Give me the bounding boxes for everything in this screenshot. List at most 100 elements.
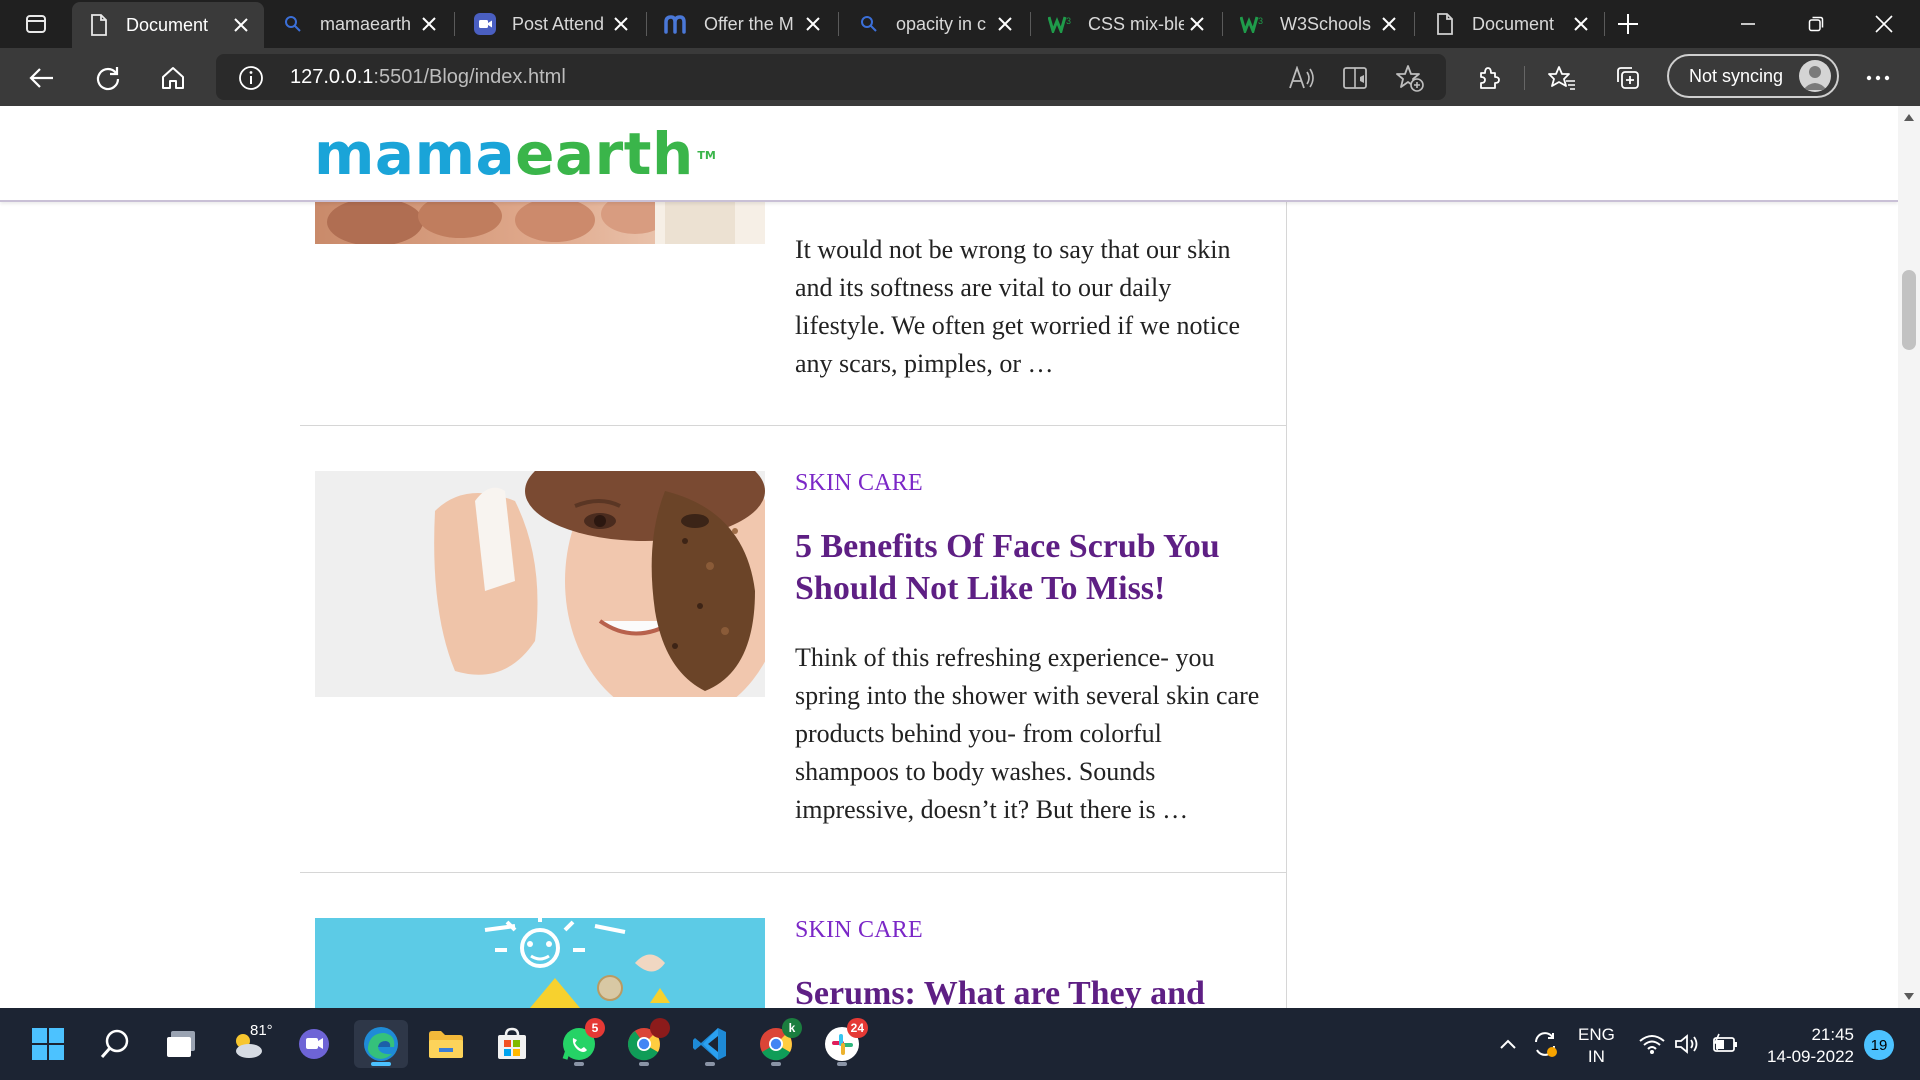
address-url[interactable]: 127.0.0.1:5501/Blog/index.html bbox=[290, 66, 566, 89]
add-favorite-icon[interactable] bbox=[1394, 62, 1426, 94]
file-explorer-app[interactable] bbox=[422, 1020, 470, 1068]
post-image-hands-cream[interactable] bbox=[315, 202, 765, 244]
tab-separator bbox=[838, 12, 839, 36]
scroll-up-arrow-icon[interactable] bbox=[1904, 114, 1914, 121]
collections-icon bbox=[1617, 67, 1639, 89]
whatsapp-app[interactable]: 5 bbox=[555, 1018, 605, 1068]
close-tab-icon[interactable] bbox=[1568, 11, 1594, 37]
tab-document-active[interactable]: Document bbox=[72, 2, 264, 48]
tab-separator bbox=[1222, 12, 1223, 36]
svg-text:3: 3 bbox=[1066, 16, 1071, 26]
teams-chat-app[interactable] bbox=[290, 1020, 338, 1068]
url-host: 127.0.0.1 bbox=[290, 66, 374, 88]
tab-opacity[interactable]: opacity in c bbox=[842, 4, 1028, 44]
restore-window-button[interactable] bbox=[1788, 4, 1844, 44]
tab-offer[interactable]: Offer the M bbox=[650, 4, 836, 44]
close-tab-icon[interactable] bbox=[1184, 11, 1210, 37]
address-bar[interactable]: 127.0.0.1:5501/Blog/index.html bbox=[216, 54, 1446, 100]
toolbar-divider bbox=[1524, 66, 1525, 90]
close-window-button[interactable] bbox=[1856, 4, 1912, 44]
minimize-window-button[interactable] bbox=[1720, 4, 1776, 44]
tab-actions-menu-button[interactable] bbox=[14, 8, 58, 40]
start-button[interactable] bbox=[24, 1020, 72, 1068]
chrome-profile-app[interactable]: k bbox=[752, 1018, 802, 1068]
settings-more-button[interactable] bbox=[1858, 58, 1898, 98]
notification-badge: 5 bbox=[585, 1018, 605, 1038]
page-scrollbar[interactable] bbox=[1898, 106, 1920, 1008]
content-column-divider bbox=[1286, 202, 1287, 1008]
notification-center-badge[interactable]: 19 bbox=[1864, 1030, 1894, 1060]
close-tab-icon[interactable] bbox=[608, 11, 634, 37]
input-language-indicator[interactable]: ENG IN bbox=[1578, 1024, 1615, 1068]
tab-css-mix-blend[interactable]: 3 CSS mix-ble bbox=[1034, 4, 1220, 44]
edge-browser-app[interactable] bbox=[354, 1020, 408, 1068]
post-image-serums[interactable] bbox=[315, 918, 765, 1008]
taskbar-search-button[interactable] bbox=[91, 1020, 139, 1068]
favorites-button[interactable] bbox=[1542, 58, 1582, 98]
tab-document-2[interactable]: Document bbox=[1418, 4, 1604, 44]
svg-text:3: 3 bbox=[1258, 16, 1263, 26]
search-icon bbox=[100, 1029, 129, 1058]
wifi-icon bbox=[1639, 1035, 1665, 1054]
close-tab-icon[interactable] bbox=[992, 11, 1018, 37]
microsoft-store-app[interactable] bbox=[488, 1020, 536, 1068]
notification-badge: 24 bbox=[846, 1018, 868, 1038]
avatar bbox=[1799, 60, 1831, 92]
home-button[interactable] bbox=[153, 58, 193, 98]
read-aloud-icon[interactable] bbox=[1286, 62, 1318, 94]
site-logo[interactable]: mamaearth TM bbox=[314, 122, 716, 186]
scrollbar-thumb[interactable] bbox=[1902, 270, 1916, 350]
wifi-tray-icon[interactable] bbox=[1636, 1026, 1668, 1062]
show-hidden-icons-button[interactable] bbox=[1494, 1026, 1522, 1062]
collections-button[interactable] bbox=[1608, 58, 1648, 98]
tab-mamaearth[interactable]: mamaearth bbox=[266, 4, 452, 44]
extensions-button[interactable] bbox=[1468, 58, 1508, 98]
tab-post-attend[interactable]: Post Attend bbox=[458, 4, 644, 44]
sync-tray-icon[interactable] bbox=[1528, 1026, 1562, 1062]
post-title[interactable]: Serums: What are They and bbox=[795, 973, 1265, 1008]
minimize-icon bbox=[1741, 23, 1755, 25]
chevron-up-icon bbox=[1500, 1039, 1516, 1049]
site-info-icon[interactable] bbox=[238, 65, 264, 91]
post-category[interactable]: SKIN CARE bbox=[795, 917, 923, 944]
tab-actions-icon bbox=[26, 15, 46, 33]
browser-toolbar: 127.0.0.1:5501/Blog/index.html Not synci… bbox=[0, 48, 1920, 106]
close-tab-icon[interactable] bbox=[800, 11, 826, 37]
person-icon bbox=[1803, 66, 1827, 90]
system-clock[interactable]: 21:45 14-09-2022 bbox=[1754, 1024, 1854, 1068]
post-image-face-scrub[interactable] bbox=[315, 471, 765, 697]
page-icon bbox=[1432, 11, 1458, 37]
chrome-app[interactable] bbox=[620, 1018, 670, 1068]
profile-sync-button[interactable]: Not syncing bbox=[1667, 54, 1839, 98]
clock-time: 21:45 bbox=[1811, 1025, 1854, 1044]
weather-temperature: 81° bbox=[250, 1022, 273, 1039]
new-tab-button[interactable] bbox=[1612, 8, 1644, 40]
tab-w3schools[interactable]: 3 W3Schools bbox=[1226, 4, 1412, 44]
immersive-reader-icon[interactable] bbox=[1340, 62, 1372, 94]
task-view-button[interactable] bbox=[157, 1020, 205, 1068]
vscode-app[interactable] bbox=[686, 1020, 734, 1068]
scroll-down-arrow-icon[interactable] bbox=[1904, 993, 1914, 1000]
close-tab-icon[interactable] bbox=[416, 11, 442, 37]
tab-title: Offer the M bbox=[704, 13, 794, 34]
close-tab-icon[interactable] bbox=[228, 12, 254, 38]
site-header: mamaearth TM bbox=[0, 106, 1898, 202]
windows-taskbar: 81° 5 k 24 ENG IN 21:45 14-09-2022 19 bbox=[0, 1008, 1920, 1080]
region-code: IN bbox=[1587, 1047, 1605, 1066]
search-icon bbox=[280, 11, 306, 37]
slack-app[interactable]: 24 bbox=[818, 1018, 868, 1068]
tab-title: opacity in c bbox=[896, 13, 987, 34]
w3schools-icon: 3 bbox=[1240, 11, 1266, 37]
running-indicator bbox=[705, 1062, 715, 1066]
running-indicator bbox=[639, 1062, 649, 1066]
post-title[interactable]: 5 Benefits Of Face Scrub You Should Not … bbox=[795, 526, 1265, 610]
battery-tray-icon[interactable] bbox=[1708, 1026, 1740, 1062]
refresh-button[interactable] bbox=[88, 58, 128, 98]
post-category[interactable]: SKIN CARE bbox=[795, 470, 923, 497]
running-indicator bbox=[574, 1062, 584, 1066]
volume-tray-icon[interactable] bbox=[1672, 1026, 1704, 1062]
back-button[interactable] bbox=[22, 58, 62, 98]
close-tab-icon[interactable] bbox=[1376, 11, 1402, 37]
logo-trademark: TM bbox=[697, 149, 716, 162]
post-excerpt: Think of this refreshing experience- you… bbox=[795, 643, 1260, 824]
